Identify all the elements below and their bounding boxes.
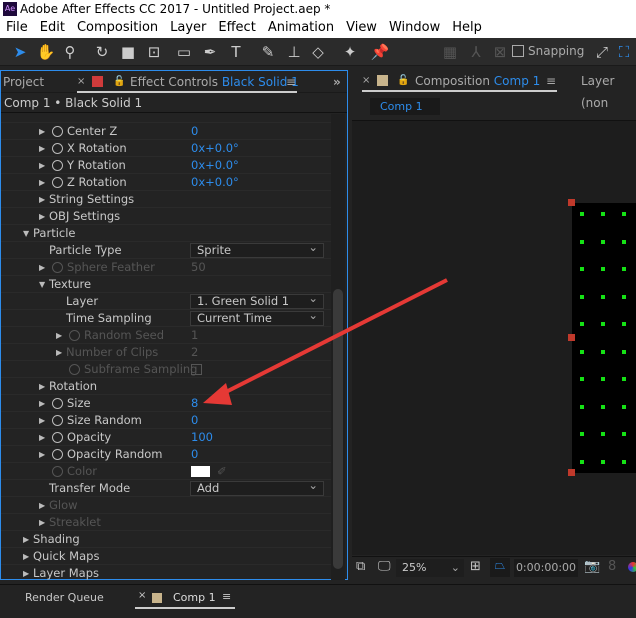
chevron-down-icon: ⌄ (450, 561, 460, 574)
viewer-controls: ⧉ 🖵 25% ⌄ ⊞ ⏢ 0:00:00:00 📷 8 (352, 556, 636, 578)
show-snapshot-icon[interactable]: 8 (608, 559, 616, 574)
current-time-field[interactable]: 0:00:00:00 (514, 559, 578, 577)
arrow-head (203, 383, 232, 405)
active-tab-underline (135, 607, 235, 609)
arrow-shaft (217, 278, 448, 398)
comp-color-icon (152, 593, 162, 603)
zoom-dropdown[interactable]: 25% ⌄ (396, 559, 464, 577)
zoom-value: 25% (402, 561, 427, 574)
snapshot-camera-icon[interactable]: 📷 (584, 559, 600, 574)
annotation-arrow (203, 278, 448, 405)
panel-menu-icon[interactable]: ≡ (222, 590, 231, 603)
mask-visibility-icon[interactable]: ⏢ (490, 558, 510, 577)
grid-guide-icon[interactable]: ⊞ (470, 559, 481, 574)
timeline-tabs: Render Queue × Comp 1 ≡ (0, 584, 636, 618)
monitor-icon[interactable]: 🖵 (378, 559, 391, 574)
always-preview-icon[interactable]: ⧉ (356, 559, 365, 574)
tab-comp-1[interactable]: Comp 1 (173, 591, 216, 604)
tab-render-queue[interactable]: Render Queue (25, 591, 104, 604)
close-icon[interactable]: × (138, 590, 146, 601)
channel-icon[interactable] (628, 562, 636, 572)
